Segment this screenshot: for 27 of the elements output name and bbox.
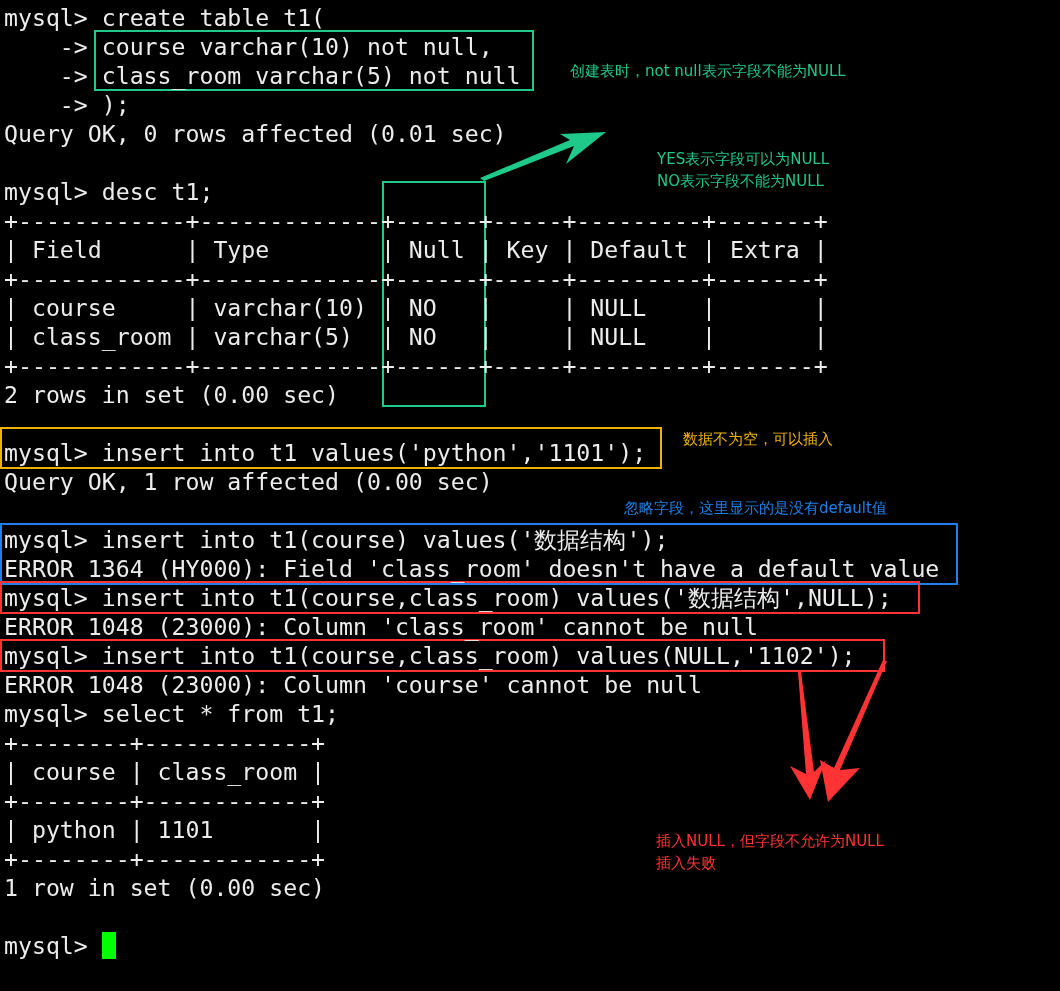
cursor xyxy=(101,932,116,959)
terminal-line: | course | varchar(10) | NO | | NULL | | xyxy=(4,296,828,319)
terminal-line: mysql> insert into t1 values('python','1101'); xyxy=(4,441,647,464)
terminal-line: | python | 1101 | xyxy=(4,818,326,841)
note-text: 忽略字段，这里显示的是没有default值 xyxy=(624,498,887,519)
terminal-line: +--------+------------+ xyxy=(4,789,326,812)
note-text: YES表示字段可以为NULL xyxy=(657,149,830,170)
note-text: 数据不为空，可以插入 xyxy=(683,429,833,450)
terminal-line: mysql> select * from t1; xyxy=(4,702,340,725)
terminal-line: mysql> create table t1( xyxy=(4,6,326,29)
terminal-line: 2 rows in set (0.00 sec) xyxy=(4,383,340,406)
terminal-line: mysql> xyxy=(4,934,89,957)
terminal-line: | Field | Type | Null | Key | Default | Extra | xyxy=(4,238,828,261)
terminal-line: +--------+------------+ xyxy=(4,731,326,754)
note-text: 插入失败 xyxy=(656,853,716,874)
terminal-line: -> course varchar(10) not null, xyxy=(58,35,493,58)
terminal-line: mysql> desc t1; xyxy=(4,180,214,203)
terminal-line: mysql> insert into t1(course) values('数据结构'); xyxy=(4,528,669,551)
note-text: NO表示字段不能为NULL xyxy=(657,171,824,192)
terminal-line: ERROR 1048 (23000): Column 'course' cannot be null xyxy=(4,673,702,696)
terminal-line: -> ); xyxy=(58,93,130,116)
terminal-line: Query OK, 1 row affected (0.00 sec) xyxy=(4,470,493,493)
note-text: 插入NULL，但字段不允许为NULL xyxy=(656,831,884,852)
terminal-line: 1 row in set (0.00 sec) xyxy=(4,876,326,899)
note-text: 创建表时，not null表示字段不能为NULL xyxy=(570,61,846,82)
terminal-line: +--------+------------+ xyxy=(4,847,326,870)
terminal-line: Query OK, 0 rows affected (0.01 sec) xyxy=(4,122,507,145)
